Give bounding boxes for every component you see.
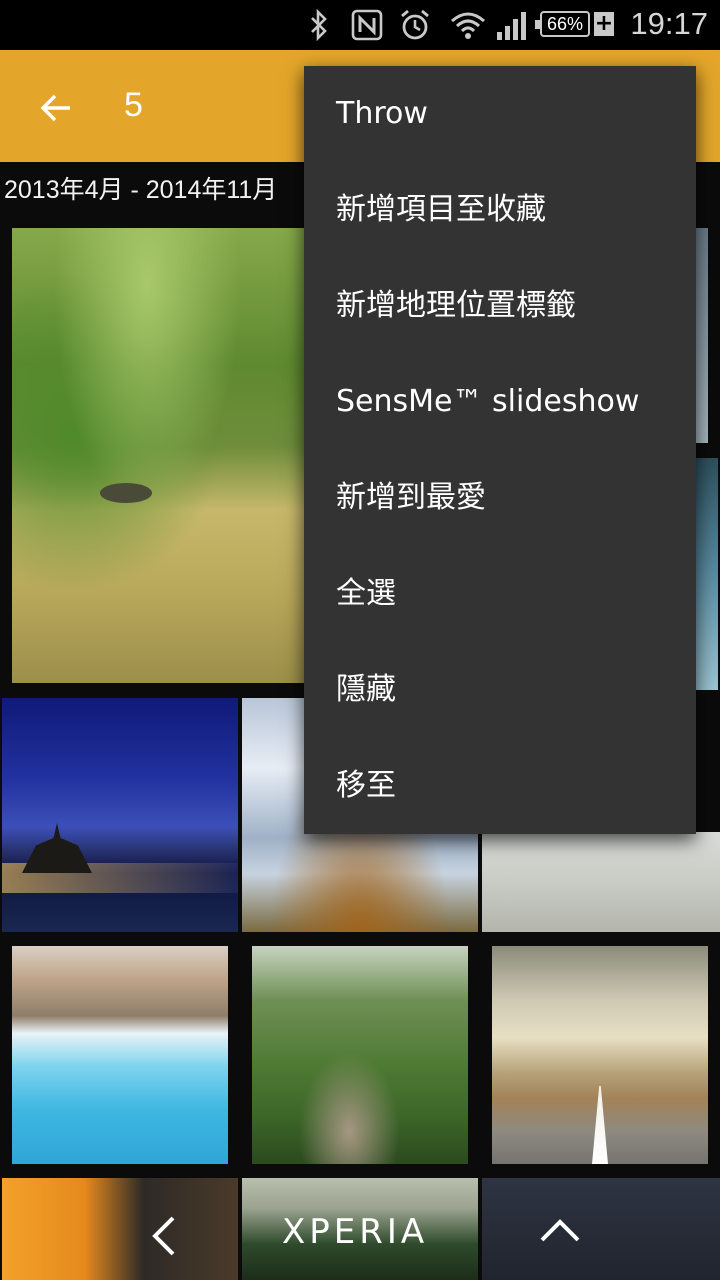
photo-thumbnail[interactable]: [12, 228, 312, 683]
photo-thumbnail[interactable]: [252, 946, 468, 1164]
battery-indicator: 66%: [535, 11, 590, 37]
overflow-menu: Throw 新增項目至收藏 新增地理位置標籤 SensMe™ slideshow…: [304, 66, 696, 834]
photo-thumbnail[interactable]: [696, 228, 708, 443]
chevron-left-icon: [152, 1216, 175, 1256]
photo-thumbnail[interactable]: [492, 946, 708, 1164]
photo-thumbnail[interactable]: [482, 1178, 720, 1280]
menu-item-throw[interactable]: Throw: [304, 66, 696, 162]
nav-back-button[interactable]: [140, 1210, 188, 1262]
xperia-logo: XPERIA: [282, 1212, 429, 1252]
photo-thumbnail[interactable]: [2, 698, 238, 932]
menu-item-sensme-slideshow[interactable]: SensMe™ slideshow: [304, 354, 696, 450]
photo-thumbnail[interactable]: [12, 946, 228, 1164]
photo-thumbnail[interactable]: [482, 832, 720, 932]
bluetooth-icon: [306, 9, 332, 41]
nav-up-button[interactable]: [534, 1206, 586, 1254]
clock: 19:17: [630, 6, 708, 41]
menu-item-select-all[interactable]: 全選: [304, 546, 696, 642]
nfc-icon: [350, 9, 384, 41]
photo-thumbnail[interactable]: [2, 1178, 238, 1280]
alarm-icon: [398, 9, 432, 41]
menu-item-add-geotag[interactable]: 新增地理位置標籤: [304, 258, 696, 354]
signal-icon: [494, 9, 530, 41]
menu-item-add-to-collection[interactable]: 新增項目至收藏: [304, 162, 696, 258]
wifi-icon: [450, 9, 486, 41]
photo-thumbnail[interactable]: [696, 458, 718, 690]
status-bar: 66% + 19:17: [0, 0, 720, 50]
date-range-header: 2013年4月 - 2014年11月: [4, 176, 278, 204]
chevron-up-icon: [540, 1219, 580, 1242]
menu-item-add-to-favorites[interactable]: 新增到最愛: [304, 450, 696, 546]
charging-icon: +: [594, 11, 614, 36]
menu-item-hide[interactable]: 隱藏: [304, 642, 696, 738]
back-button[interactable]: [24, 76, 88, 140]
arrow-left-icon: [40, 94, 70, 122]
menu-item-move-to[interactable]: 移至: [304, 738, 696, 834]
selected-count: 5: [124, 86, 143, 124]
